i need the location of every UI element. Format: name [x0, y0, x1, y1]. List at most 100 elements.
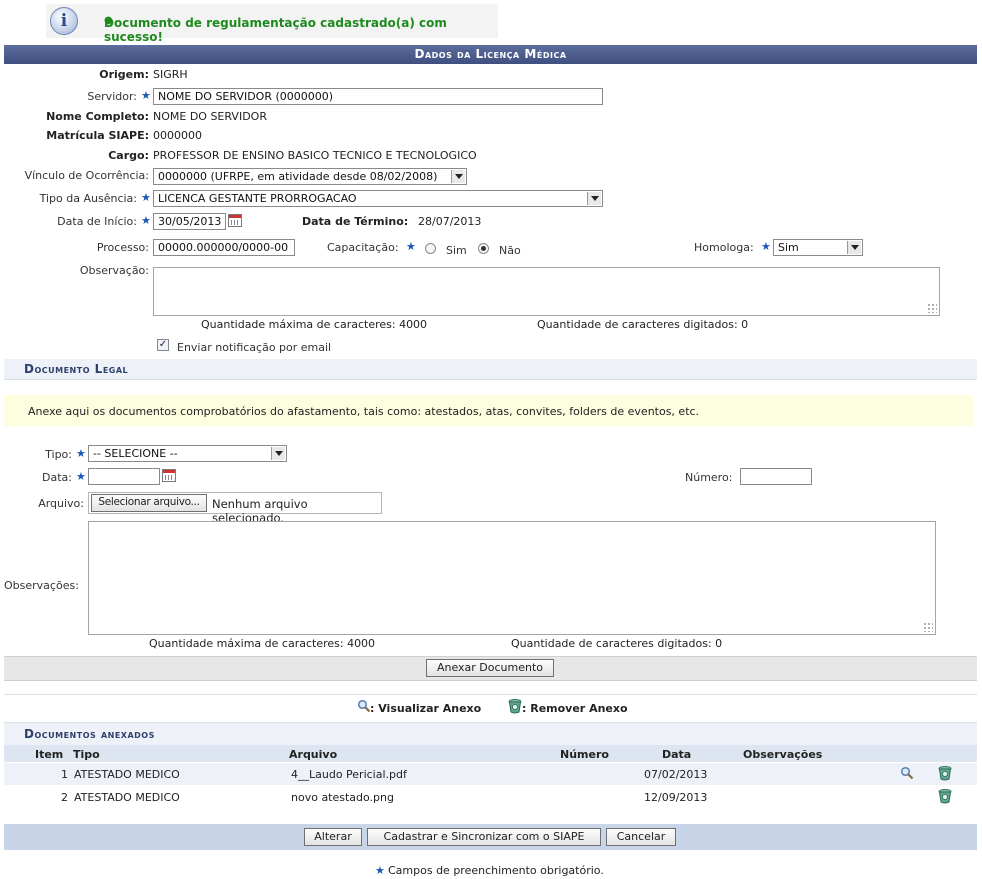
- calendar-icon[interactable]: [162, 469, 176, 482]
- doc-typed-chars-text: Quantidade de caracteres digitados: 0: [511, 637, 723, 650]
- vinculo-select[interactable]: 0000000 (UFRPE, em atividade desde 08/02…: [153, 168, 467, 185]
- required-icon: ★: [141, 89, 151, 102]
- remove-attachment-icon[interactable]: [937, 788, 953, 804]
- info-icon: i: [50, 7, 78, 35]
- col-item: Item: [35, 748, 64, 761]
- chevron-down-icon: [847, 241, 861, 254]
- view-attachment-icon[interactable]: [900, 766, 914, 780]
- resize-grip-icon[interactable]: [927, 303, 937, 313]
- row-arquivo: novo atestado.png: [291, 791, 394, 804]
- required-icon: ★: [76, 447, 86, 460]
- homologa-selected: Sim: [778, 241, 799, 254]
- origem-value: SIGRH: [153, 68, 188, 81]
- alterar-button[interactable]: Alterar: [304, 828, 362, 846]
- calendar-icon[interactable]: [228, 214, 242, 227]
- legend-view: : Visualizar Anexo: [370, 702, 482, 715]
- cancelar-button[interactable]: Cancelar: [606, 828, 676, 846]
- doc-max-chars-text: Quantidade máxima de caracteres: 4000: [149, 637, 376, 650]
- required-note: Campos de preenchimento obrigatório.: [388, 864, 604, 877]
- nome-label: Nome Completo:: [46, 110, 149, 123]
- homologa-select[interactable]: Sim: [773, 239, 863, 256]
- remove-attachment-icon[interactable]: [937, 765, 953, 781]
- col-numero: Número: [560, 748, 609, 761]
- inicio-label: Data de Início:: [57, 215, 137, 228]
- chevron-down-icon: [451, 170, 465, 183]
- file-input[interactable]: Selecionar arquivo... Nenhum arquivo sel…: [88, 492, 382, 525]
- servidor-label: Servidor:: [87, 90, 137, 103]
- row-data: 07/02/2013: [644, 768, 708, 781]
- row-tipo: ATESTADO MEDICO: [74, 768, 180, 781]
- notify-checkbox[interactable]: ✓: [157, 339, 169, 351]
- observacao-textarea[interactable]: [153, 267, 940, 316]
- doc-numero-label: Número:: [685, 471, 733, 484]
- capacitacao-nao-radio[interactable]: [478, 243, 489, 254]
- doc-arquivo-label: Arquivo:: [38, 497, 84, 510]
- required-icon: ★: [141, 214, 151, 227]
- observacao-label: Observação:: [79, 264, 149, 277]
- matricula-label: Matrícula SIAPE:: [46, 129, 149, 142]
- trash-icon: [507, 698, 523, 714]
- doc-tipo-label: Tipo:: [45, 448, 72, 461]
- success-message: Documento de regulamentação cadastrado(a…: [104, 16, 447, 44]
- message-box: i ● Documento de regulamentação cadastra…: [46, 4, 498, 44]
- vinculo-label: Vínculo de Ocorrência:: [24, 169, 149, 182]
- row-item: 2: [61, 791, 68, 804]
- doc-tipo-select[interactable]: -- SELECIONE --: [88, 445, 287, 462]
- attached-section-title: Documentos anexados: [24, 727, 155, 741]
- col-arquivo: Arquivo: [289, 748, 338, 761]
- origem-label: Origem:: [99, 68, 149, 81]
- form-title: Dados da Licença Médica: [414, 47, 567, 61]
- termino-label: Data de Término:: [302, 215, 409, 228]
- cargo-value: PROFESSOR DE ENSINO BASICO TECNICO E TEC…: [153, 149, 477, 162]
- max-chars-text: Quantidade máxima de caracteres: 4000: [201, 318, 428, 331]
- required-icon: ★: [761, 240, 771, 253]
- doc-section-title: Documento Legal: [24, 362, 129, 376]
- table-row: 2 ATESTADO MEDICO novo atestado.png 12/0…: [4, 786, 977, 808]
- select-file-button[interactable]: Selecionar arquivo...: [91, 494, 207, 512]
- required-icon: ★: [141, 191, 151, 204]
- doc-data-input[interactable]: [88, 468, 160, 485]
- spacer-row: [4, 680, 977, 695]
- cargo-label: Cargo:: [108, 149, 149, 162]
- table-header: [4, 745, 977, 762]
- nao-label: Não: [499, 244, 521, 257]
- required-icon: ★: [375, 864, 385, 877]
- chevron-down-icon: [587, 192, 601, 205]
- servidor-input[interactable]: NOME DO SERVIDOR (0000000): [153, 88, 603, 105]
- row-data: 12/09/2013: [644, 791, 708, 804]
- capacitacao-sim-radio[interactable]: [425, 243, 436, 254]
- cadastrar-sincronizar-button[interactable]: Cadastrar e Sincronizar com o SIAPE: [367, 828, 601, 846]
- doc-obs-label: Observações:: [4, 579, 79, 592]
- table-row: 1 ATESTADO MEDICO 4__Laudo Pericial.pdf …: [4, 763, 977, 785]
- tipo-ausencia-selected: LICENCA GESTANTE PRORROGACAO: [158, 192, 357, 205]
- doc-tipo-selected: -- SELECIONE --: [93, 447, 178, 460]
- nome-value: NOME DO SERVIDOR: [153, 110, 267, 123]
- matricula-value: 0000000: [153, 129, 202, 142]
- doc-data-label: Data:: [42, 471, 72, 484]
- capacitacao-label: Capacitação:: [327, 241, 399, 254]
- legend-remove: : Remover Anexo: [522, 702, 628, 715]
- processo-label: Processo:: [96, 241, 149, 254]
- tipo-ausencia-label: Tipo da Ausência:: [39, 192, 137, 205]
- col-obs: Observações: [743, 748, 823, 761]
- row-item: 1: [61, 768, 68, 781]
- typed-chars-text: Quantidade de caracteres digitados: 0: [537, 318, 749, 331]
- col-tipo: Tipo: [73, 748, 100, 761]
- attach-document-button[interactable]: Anexar Documento: [426, 659, 554, 677]
- inicio-input[interactable]: 30/05/2013: [153, 213, 226, 230]
- termino-value: 28/07/2013: [418, 215, 482, 228]
- chevron-down-icon: [271, 447, 285, 460]
- processo-input[interactable]: 00000.000000/0000-00: [153, 239, 295, 256]
- resize-grip-icon[interactable]: [923, 622, 933, 632]
- magnifier-icon: [357, 699, 371, 713]
- doc-numero-input[interactable]: [740, 468, 812, 485]
- required-icon: ★: [76, 470, 86, 483]
- doc-info-text: Anexe aqui os documentos comprobatórios …: [28, 405, 700, 418]
- vinculo-selected: 0000000 (UFRPE, em atividade desde 08/02…: [158, 170, 438, 183]
- row-tipo: ATESTADO MEDICO: [74, 791, 180, 804]
- homologa-label: Homologa:: [694, 241, 754, 254]
- tipo-ausencia-select[interactable]: LICENCA GESTANTE PRORROGACAO: [153, 190, 603, 207]
- col-data: Data: [662, 748, 692, 761]
- doc-obs-textarea[interactable]: [88, 521, 936, 635]
- row-arquivo: 4__Laudo Pericial.pdf: [291, 768, 407, 781]
